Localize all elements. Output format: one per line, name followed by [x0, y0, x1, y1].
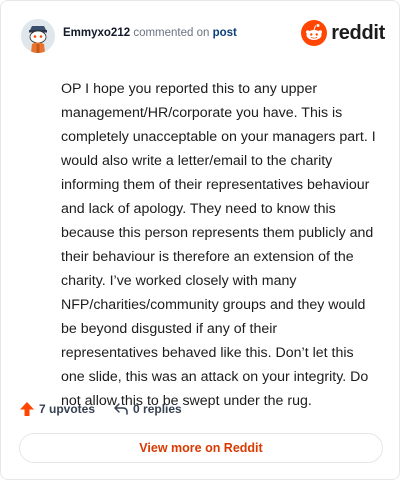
- reply-arrow-icon: [114, 403, 128, 415]
- snoo-avatar-icon: [21, 19, 55, 53]
- logo-text: reddit: [331, 21, 385, 44]
- comment-meta: Emmyxo212 commented on post: [63, 27, 237, 39]
- embed-card: Emmyxo212 commented on post reddit OP I …: [0, 0, 400, 480]
- action-text: commented on: [133, 27, 210, 39]
- comment-body: OP I hope you reported this to any upper…: [61, 81, 376, 409]
- reply-action[interactable]: 0 replies: [113, 401, 182, 417]
- reddit-snoo-icon: [301, 20, 328, 46]
- reply-count: 0 replies: [133, 402, 182, 416]
- upvote-arrow-icon: [20, 402, 34, 416]
- reddit-logo[interactable]: reddit: [301, 20, 385, 46]
- user-avatar[interactable]: [21, 19, 55, 53]
- upvote-count: 7 upvotes: [39, 402, 96, 416]
- post-link[interactable]: post: [213, 27, 237, 39]
- comment-actions: 7 upvotes 0 replies: [19, 399, 182, 419]
- username[interactable]: Emmyxo212: [63, 27, 130, 39]
- upvote-action[interactable]: 7 upvotes: [19, 401, 95, 417]
- comment-header: Emmyxo212 commented on post reddit: [19, 15, 385, 53]
- view-more-button[interactable]: View more on Reddit: [19, 433, 383, 463]
